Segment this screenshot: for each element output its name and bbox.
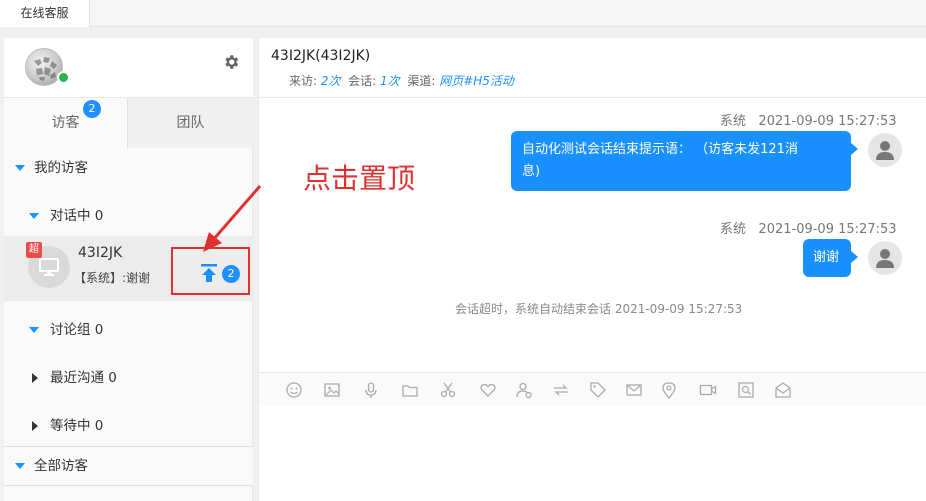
sessions-value: 1次 [380, 74, 400, 88]
microphone-icon[interactable] [362, 381, 380, 399]
visitor-count-badge: 2 [83, 100, 101, 118]
group-in-conversation-label: 对话中 0 [50, 208, 104, 224]
swap-icon[interactable] [552, 381, 570, 399]
message-text-line: 息) [522, 164, 541, 179]
pin-highlight-box: 2 [171, 247, 250, 295]
group-recent[interactable]: 最近沟通 0 [4, 358, 253, 398]
annotation-text: 点击置顶 [303, 162, 416, 195]
conversation-last-message: 【系统】:谢谢 [74, 271, 151, 285]
visits-value: 2次 [320, 74, 341, 88]
group-my-visitors-label: 我的访客 [34, 160, 88, 176]
sidebar-tabs: 访客 2 团队 [4, 98, 253, 148]
caret-right-icon [32, 373, 38, 383]
tab-visitors[interactable]: 访客 2 [4, 98, 128, 148]
message-sender: 系统 [720, 114, 747, 129]
caret-down-icon [29, 213, 39, 219]
tab-online-service[interactable]: 在线客服 [0, 0, 90, 27]
unread-count-badge: 2 [222, 265, 240, 283]
envelope-icon[interactable] [774, 381, 792, 399]
scissors-icon[interactable] [439, 381, 457, 399]
channel-value[interactable]: 网页#H5活动 [439, 74, 514, 88]
group-discussion-label: 讨论组 0 [50, 322, 104, 338]
heart-icon[interactable] [479, 381, 497, 399]
video-icon[interactable] [699, 381, 717, 399]
message-sender: 系统 [720, 222, 747, 237]
search-record-icon[interactable] [737, 381, 755, 399]
chat-meta: 来访: 2次 会话: 1次 渠道: 网页#H5活动 [289, 72, 514, 89]
folder-icon[interactable] [401, 381, 419, 399]
caret-down-icon [15, 165, 25, 171]
transfer-user-icon[interactable] [515, 381, 533, 399]
channel-label: 渠道: [407, 74, 436, 88]
emoji-icon[interactable] [285, 381, 303, 399]
pin-to-top-icon[interactable] [200, 264, 218, 282]
monitor-icon [39, 258, 59, 276]
chat-panel: 43I2JK(43I2JK) 来访: 2次 会话: 1次 渠道: 网页#H5活动… [258, 38, 926, 501]
sidebar: 访客 2 团队 我的访客 对话中 0 超 43I2JK 【系统】:谢谢 2 讨论… [4, 38, 253, 501]
top-tab-bar: 在线客服 [0, 0, 926, 27]
group-in-conversation[interactable]: 对话中 0 [4, 196, 253, 236]
location-icon[interactable] [660, 381, 678, 399]
message-text: 谢谢 [813, 250, 840, 265]
session-timeout-notice: 会话超时，系统自动结束会话 2021-09-09 15:27:53 [455, 302, 743, 316]
user-icon [876, 249, 894, 268]
sessions-label: 会话: [348, 74, 377, 88]
tab-visitors-label: 访客 [51, 115, 80, 131]
tag-icon[interactable] [589, 381, 607, 399]
image-icon[interactable] [323, 381, 341, 399]
message-time: 2021-09-09 15:27:53 [758, 222, 897, 237]
group-all-visitors-label: 全部访客 [34, 458, 88, 474]
message-header: 系统 2021-09-09 15:27:53 [720, 218, 897, 237]
chat-title: 43I2JK(43I2JK) [271, 48, 371, 64]
conversation-name: 43I2JK [78, 245, 123, 261]
group-all-visitors[interactable]: 全部访客 [4, 446, 253, 486]
caret-down-icon [29, 327, 39, 333]
conversation-item[interactable]: 超 43I2JK 【系统】:谢谢 2 [4, 236, 253, 301]
visits-label: 来访: [289, 74, 318, 88]
message-header: 系统 2021-09-09 15:27:53 [720, 110, 897, 129]
agent-avatar [868, 241, 902, 275]
chat-header: 43I2JK(43I2JK) 来访: 2次 会话: 1次 渠道: 网页#H5活动 [259, 38, 926, 98]
agent-profile [4, 38, 253, 98]
message-bubble: 自动化测试会话结束提示语： （访客未发121消 息) [511, 131, 858, 191]
agent-avatar [868, 133, 902, 167]
online-status-icon [57, 71, 70, 84]
group-waiting-label: 等待中 0 [50, 418, 104, 434]
user-icon [876, 141, 894, 160]
group-my-visitors[interactable]: 我的访客 [4, 148, 253, 188]
caret-right-icon [32, 421, 38, 431]
message-time: 2021-09-09 15:27:53 [758, 114, 897, 129]
message-toolbar [259, 372, 926, 406]
message-text-line: 自动化测试会话结束提示语： （访客未发121消 [522, 142, 798, 157]
mail-forward-icon[interactable] [625, 381, 643, 399]
message-bubble: 谢谢 [803, 239, 858, 277]
group-waiting[interactable]: 等待中 0 [4, 406, 253, 446]
caret-down-icon [15, 463, 25, 469]
tab-team-label: 团队 [176, 115, 205, 131]
gear-icon[interactable] [222, 53, 240, 71]
tab-team[interactable]: 团队 [128, 98, 253, 148]
vip-badge: 超 [26, 242, 42, 258]
group-recent-label: 最近沟通 0 [50, 370, 117, 386]
group-discussion[interactable]: 讨论组 0 [4, 310, 253, 350]
